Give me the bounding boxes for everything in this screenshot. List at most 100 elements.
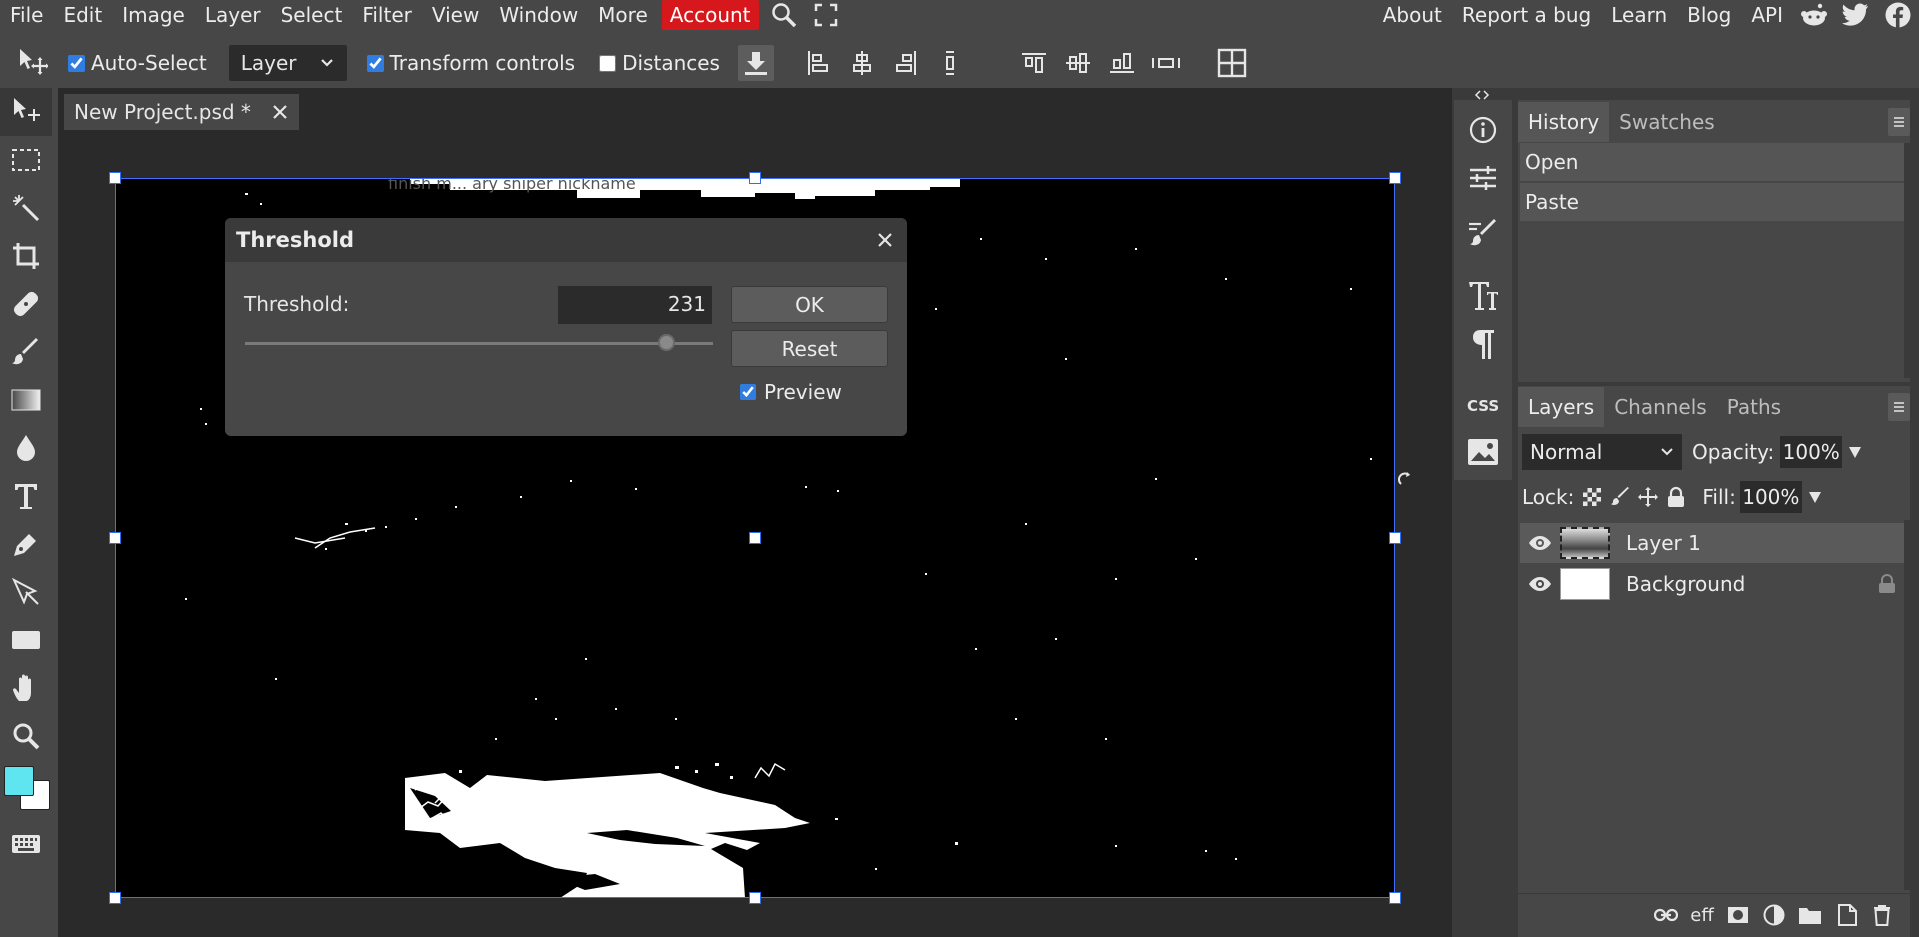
new-group-icon[interactable] <box>1792 900 1828 930</box>
tab-swatches[interactable]: Swatches <box>1609 102 1725 142</box>
about-link[interactable]: About <box>1373 0 1452 30</box>
document-tab[interactable]: New Project.psd * <box>64 94 299 130</box>
menu-select[interactable]: Select <box>271 0 353 30</box>
align-right-icon[interactable] <box>888 45 924 81</box>
blend-mode-select[interactable]: Normal <box>1522 434 1682 470</box>
move-tool-icon[interactable] <box>14 45 50 81</box>
transform-controls-checkbox[interactable]: Transform controls <box>366 51 575 75</box>
menu-filter[interactable]: Filter <box>352 0 422 30</box>
align-middle-icon[interactable] <box>1060 45 1096 81</box>
reddit-icon[interactable] <box>1799 0 1829 30</box>
expand-arrows-icon[interactable] <box>1474 90 1490 100</box>
layers-scrollbar[interactable] <box>1904 520 1910 890</box>
paragraph-icon[interactable] <box>1462 324 1504 364</box>
history-entry[interactable]: Open <box>1520 143 1904 181</box>
tab-layers[interactable]: Layers <box>1518 387 1605 427</box>
blog-link[interactable]: Blog <box>1677 0 1741 30</box>
caret-down-icon[interactable] <box>1848 445 1862 459</box>
layer-effects-icon[interactable]: eff <box>1684 900 1720 930</box>
download-icon[interactable] <box>737 45 774 81</box>
transform-handle-tl[interactable] <box>109 172 121 184</box>
adjustments-icon[interactable] <box>1462 158 1504 198</box>
add-mask-icon[interactable] <box>1720 900 1756 930</box>
brush-settings-icon[interactable] <box>1462 214 1504 254</box>
auto-select-checkbox[interactable]: Auto-Select <box>68 51 207 75</box>
tool-zoom[interactable] <box>0 712 52 760</box>
tab-channels[interactable]: Channels <box>1604 387 1717 427</box>
auto-select-input[interactable] <box>68 54 85 72</box>
distribute-vertical-icon[interactable] <box>932 45 968 81</box>
lock-all-icon[interactable] <box>1666 486 1686 508</box>
align-left-icon[interactable] <box>800 45 836 81</box>
color-swatches[interactable] <box>0 760 52 820</box>
history-panel-menu-button[interactable] <box>1888 108 1910 136</box>
tool-brush[interactable] <box>0 328 52 376</box>
preview-input[interactable] <box>740 384 756 400</box>
align-center-h-icon[interactable] <box>844 45 880 81</box>
transform-handle-mr[interactable] <box>1389 532 1401 544</box>
close-icon[interactable] <box>271 103 289 121</box>
transform-handle-ml[interactable] <box>109 532 121 544</box>
layers-panel-menu-button[interactable] <box>1888 393 1910 421</box>
opacity-input[interactable]: 100% <box>1780 436 1843 468</box>
align-top-icon[interactable] <box>1016 45 1052 81</box>
tool-text[interactable] <box>0 472 52 520</box>
history-scrollbar[interactable] <box>1904 143 1910 378</box>
lock-position-icon[interactable] <box>1638 487 1659 507</box>
distribute-horizontal-icon[interactable] <box>1148 45 1184 81</box>
menu-edit[interactable]: Edit <box>53 0 112 30</box>
layer-row-layer-1[interactable]: Layer 1 <box>1520 523 1904 563</box>
tool-crop[interactable] <box>0 232 52 280</box>
info-icon[interactable] <box>1462 110 1504 150</box>
threshold-slider-track[interactable] <box>245 342 713 345</box>
tool-rectangle[interactable] <box>0 616 52 664</box>
distances-input[interactable] <box>599 54 617 72</box>
account-button[interactable]: Account <box>661 0 759 30</box>
menu-image[interactable]: Image <box>112 0 195 30</box>
autoselect-target-select[interactable]: Layer <box>228 45 347 81</box>
eye-icon[interactable] <box>1520 576 1560 592</box>
align-bottom-icon[interactable] <box>1104 45 1140 81</box>
character-icon[interactable] <box>1462 276 1504 316</box>
facebook-icon[interactable] <box>1883 0 1913 30</box>
tool-magic-wand[interactable] <box>0 184 52 232</box>
close-icon[interactable] <box>875 230 895 250</box>
menu-more[interactable]: More <box>588 0 658 30</box>
transform-handle-tc[interactable] <box>749 172 761 184</box>
tab-paths[interactable]: Paths <box>1717 387 1791 427</box>
report-bug-link[interactable]: Report a bug <box>1452 0 1601 30</box>
tool-pen[interactable] <box>0 520 52 568</box>
tool-hand[interactable] <box>0 664 52 712</box>
twitter-icon[interactable] <box>1841 0 1871 30</box>
fill-input[interactable]: 100% <box>1739 481 1802 513</box>
tab-history[interactable]: History <box>1518 102 1610 142</box>
transform-handle-mc[interactable] <box>749 532 761 544</box>
api-link[interactable]: API <box>1741 0 1793 30</box>
menu-view[interactable]: View <box>422 0 489 30</box>
threshold-value-input[interactable]: 231 <box>558 286 712 324</box>
tool-healing[interactable] <box>0 280 52 328</box>
delete-layer-icon[interactable] <box>1864 900 1900 930</box>
caret-down-icon[interactable] <box>1808 490 1822 504</box>
tool-move[interactable] <box>0 88 52 136</box>
transform-controls-input[interactable] <box>366 54 384 72</box>
menu-window[interactable]: Window <box>489 0 588 30</box>
foreground-color-swatch[interactable] <box>4 766 34 796</box>
transform-handle-bl[interactable] <box>109 892 121 904</box>
history-entry[interactable]: Paste <box>1520 183 1904 221</box>
grid-icon[interactable] <box>1214 45 1250 81</box>
lock-pixels-icon[interactable] <box>1610 487 1630 507</box>
learn-link[interactable]: Learn <box>1601 0 1677 30</box>
tool-gradient[interactable] <box>0 376 52 424</box>
tool-path-select[interactable] <box>0 568 52 616</box>
menu-file[interactable]: File <box>0 0 53 30</box>
menu-layer[interactable]: Layer <box>195 0 271 30</box>
tool-marquee[interactable] <box>0 136 52 184</box>
lock-transparency-icon[interactable] <box>1582 487 1602 507</box>
fullscreen-icon[interactable] <box>811 0 841 30</box>
adjustment-layer-icon[interactable] <box>1756 900 1792 930</box>
transform-handle-bc[interactable] <box>749 892 761 904</box>
tool-blur[interactable] <box>0 424 52 472</box>
threshold-slider-handle[interactable] <box>657 334 675 351</box>
search-icon[interactable] <box>769 0 799 30</box>
